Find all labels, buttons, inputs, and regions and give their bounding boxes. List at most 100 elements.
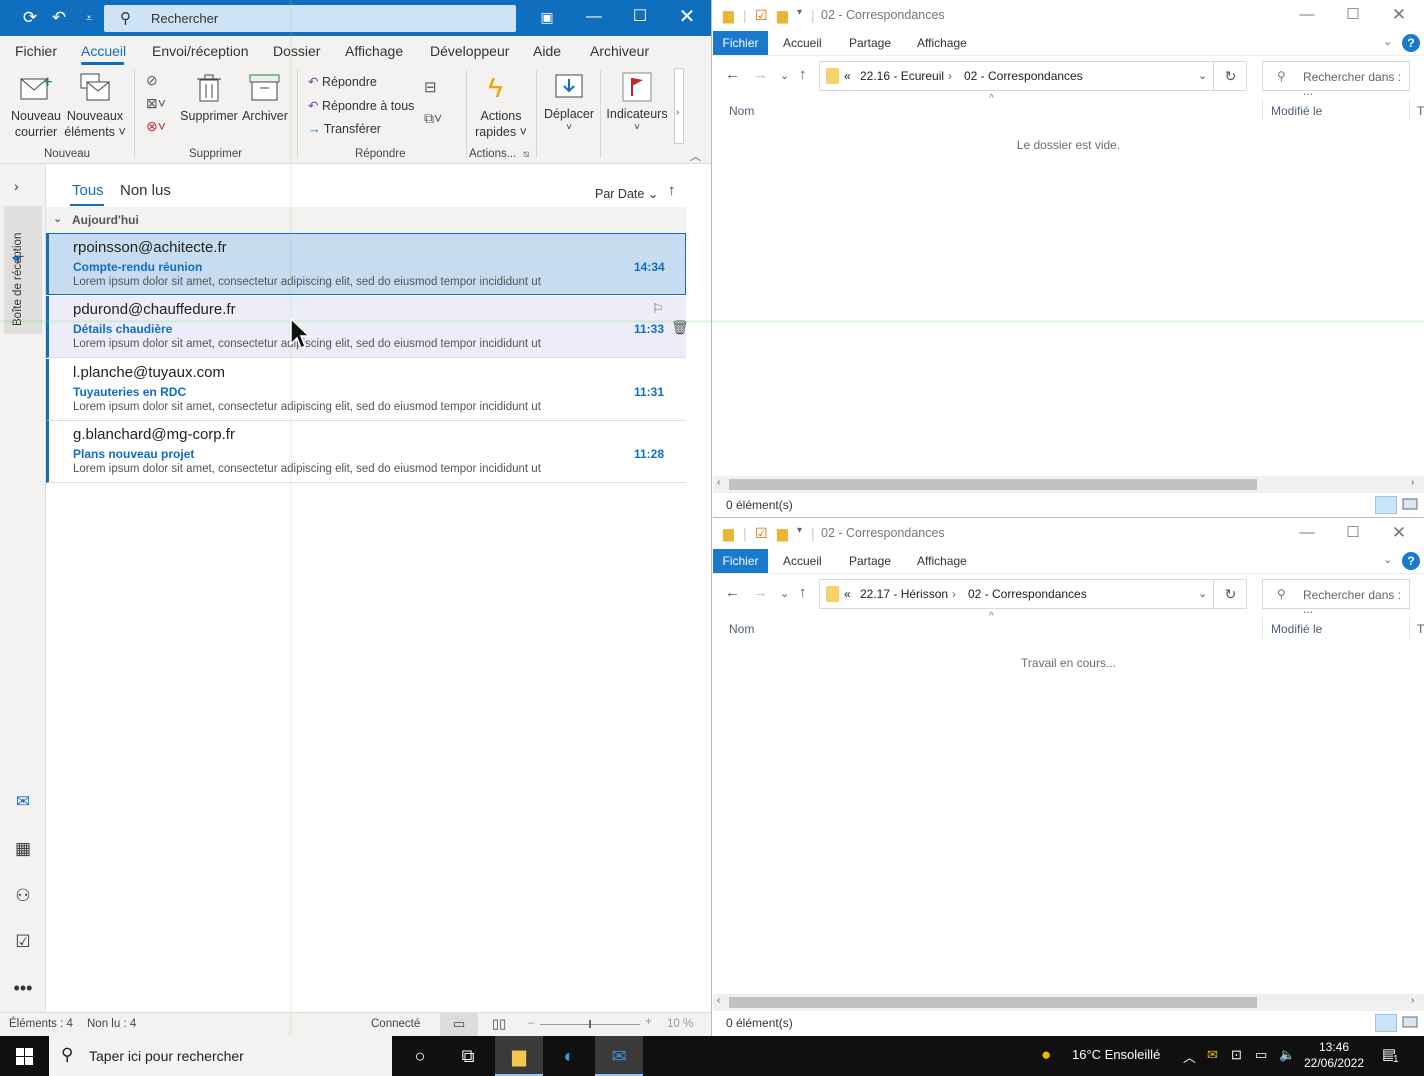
outlook-icon[interactable]: ✉ — [595, 1036, 643, 1076]
menu-affichage[interactable]: Affichage — [345, 43, 403, 59]
show-hidden-icons-icon[interactable]: ︿ — [1183, 1047, 1196, 1066]
chevron-down-icon[interactable]: ⌄ — [1198, 587, 1207, 600]
sync-icon[interactable]: ⟳ — [17, 6, 43, 30]
column-divider[interactable] — [1262, 617, 1263, 639]
tab-fichier[interactable]: Fichier — [713, 31, 768, 55]
task-view-icon[interactable]: ⧉ — [444, 1036, 492, 1076]
breadcrumb-2[interactable]: 02 - Correspondances — [964, 69, 1083, 83]
help-icon[interactable]: ? — [1402, 34, 1420, 52]
cortana-icon[interactable]: ○ — [396, 1036, 444, 1076]
forward-button[interactable]: → Transférer — [308, 122, 381, 136]
column-type[interactable]: T — [1417, 104, 1424, 118]
junk-icon[interactable]: ⊗˅ — [146, 118, 166, 135]
scroll-right-icon[interactable]: › — [1411, 995, 1414, 1006]
properties-icon[interactable]: ☑ — [755, 7, 768, 24]
network-icon[interactable]: ▭ — [1255, 1047, 1267, 1063]
message-row[interactable]: rpoinsson@achitecte.fr Compte-rendu réun… — [46, 233, 686, 295]
normal-view-button[interactable]: ▭ — [440, 1013, 478, 1036]
new-mail-button[interactable]: + Nouveau courrier — [8, 68, 64, 144]
minimize-button[interactable]: — — [1284, 2, 1330, 29]
tab-partage[interactable]: Partage — [849, 36, 891, 50]
large-icons-view-icon[interactable] — [1401, 1014, 1421, 1032]
maximize-button[interactable]: ☐ — [1330, 520, 1376, 547]
edge-icon[interactable]: ◐ — [545, 1036, 593, 1076]
menu-fichier[interactable]: Fichier — [15, 43, 57, 59]
menu-aide[interactable]: Aide — [533, 43, 561, 59]
customize-toolbar-icon[interactable]: ▾ — [797, 7, 802, 18]
details-view-icon[interactable] — [1375, 496, 1397, 514]
breadcrumb-2[interactable]: 02 - Correspondances — [968, 587, 1087, 601]
column-name[interactable]: Nom — [729, 622, 754, 636]
move-button[interactable]: Déplacer ˅ — [540, 68, 598, 144]
delete-button[interactable]: Supprimer — [180, 68, 238, 144]
taskbar-search[interactable]: ⚲ Taper ici pour rechercher — [49, 1036, 392, 1076]
up-icon[interactable]: ↑ — [799, 584, 807, 601]
menu-dossier[interactable]: Dossier — [273, 43, 320, 59]
refresh-icon[interactable]: ↻ — [1213, 579, 1247, 609]
breadcrumb-1[interactable]: 22.17 - Hérisson — [860, 587, 948, 601]
menu-developpeur[interactable]: Développeur — [430, 43, 509, 59]
recent-locations-icon[interactable]: ⌄ — [780, 69, 789, 82]
breadcrumb-1[interactable]: 22.16 - Ecureuil — [860, 69, 944, 83]
scroll-right-icon[interactable]: › — [1411, 477, 1414, 488]
group-header[interactable]: ⌄ Aujourd'hui — [46, 207, 686, 233]
search-box[interactable]: ⚲ Rechercher — [104, 5, 516, 32]
new-folder-icon[interactable]: ▆ — [777, 525, 788, 542]
tab-affichage[interactable]: Affichage — [917, 36, 967, 50]
new-folder-icon[interactable]: ▆ — [777, 7, 788, 24]
overflow-icon[interactable]: « — [844, 69, 851, 83]
large-icons-view-icon[interactable] — [1401, 496, 1421, 514]
properties-icon[interactable]: ☑ — [755, 525, 768, 542]
column-modified[interactable]: Modifié le — [1271, 622, 1322, 636]
column-divider[interactable] — [1409, 617, 1410, 639]
mail-notification-icon[interactable]: ✉ — [1207, 1047, 1218, 1063]
column-modified[interactable]: Modifié le — [1271, 104, 1322, 118]
start-button[interactable] — [0, 1036, 48, 1076]
flag-icon[interactable]: ⚐ — [652, 301, 664, 317]
column-divider[interactable] — [1409, 99, 1410, 121]
menu-accueil[interactable]: Accueil — [81, 43, 126, 59]
file-explorer-icon[interactable]: ▆ — [495, 1036, 543, 1076]
tab-affichage[interactable]: Affichage — [917, 554, 967, 568]
address-bar[interactable]: « 22.16 - Ecureuil › 02 - Correspondance… — [819, 61, 1247, 91]
address-bar[interactable]: « 22.17 - Hérisson › 02 - Correspondance… — [819, 579, 1247, 609]
close-button[interactable]: ✕ — [1376, 520, 1422, 547]
meet-now-icon[interactable]: ⊡ — [1231, 1047, 1242, 1063]
minimize-button[interactable]: — — [571, 0, 617, 36]
column-divider[interactable] — [1262, 99, 1263, 121]
volume-icon[interactable]: 🔈 — [1279, 1047, 1295, 1063]
new-items-button[interactable]: Nouveaux éléments ˅ — [64, 68, 126, 144]
expand-ribbon-icon[interactable]: ⌄ — [1383, 553, 1392, 566]
details-view-icon[interactable] — [1375, 1014, 1397, 1032]
horizontal-scrollbar[interactable]: ‹ › — [713, 476, 1424, 493]
calendar-icon[interactable]: ▦ — [11, 837, 35, 861]
zoom-out-icon[interactable]: – — [528, 1017, 534, 1029]
column-name[interactable]: Nom — [729, 104, 754, 118]
expand-folder-pane-icon[interactable]: › — [14, 178, 19, 194]
recent-locations-icon[interactable]: ⌄ — [780, 587, 789, 600]
search-box[interactable]: ⚲ Rechercher dans : ... — [1262, 579, 1410, 616]
back-icon[interactable]: ← — [725, 584, 740, 601]
meeting-icon[interactable]: ⊟ — [424, 78, 437, 96]
zoom-in-icon[interactable]: + — [645, 1016, 652, 1028]
forward-icon[interactable]: → — [753, 66, 768, 83]
weather-text[interactable]: 16°C Ensoleillé — [1072, 1047, 1160, 1062]
message-row[interactable]: l.planche@tuyaux.com Tuyauteries en RDC … — [46, 359, 686, 421]
horizontal-scrollbar[interactable]: ‹ › — [713, 994, 1424, 1011]
more-apps-icon[interactable]: ••• — [11, 976, 35, 1000]
chevron-down-icon[interactable]: ⌄ — [1198, 69, 1207, 82]
menu-envoi-reception[interactable]: Envoi/réception — [152, 43, 249, 59]
archive-button[interactable]: Archiver — [238, 68, 292, 144]
tab-accueil[interactable]: Accueil — [783, 36, 822, 50]
overflow-icon[interactable]: « — [844, 587, 851, 601]
more-respond-icon[interactable]: ⧉˅ — [424, 110, 442, 127]
customize-toolbar-icon[interactable]: ▾ — [797, 525, 802, 536]
tasks-icon[interactable]: ☑ — [11, 930, 35, 954]
tab-all[interactable]: Tous — [72, 182, 104, 199]
sort-dropdown[interactable]: Par Date ⌄ — [595, 186, 658, 201]
collapse-ribbon-icon[interactable]: ︿ — [690, 148, 701, 164]
undo-icon[interactable]: ↶ — [46, 6, 72, 30]
search-box[interactable]: ⚲ Rechercher dans : ... — [1262, 61, 1410, 98]
maximize-button[interactable]: ☐ — [617, 0, 663, 36]
help-icon[interactable]: ? — [1402, 552, 1420, 570]
